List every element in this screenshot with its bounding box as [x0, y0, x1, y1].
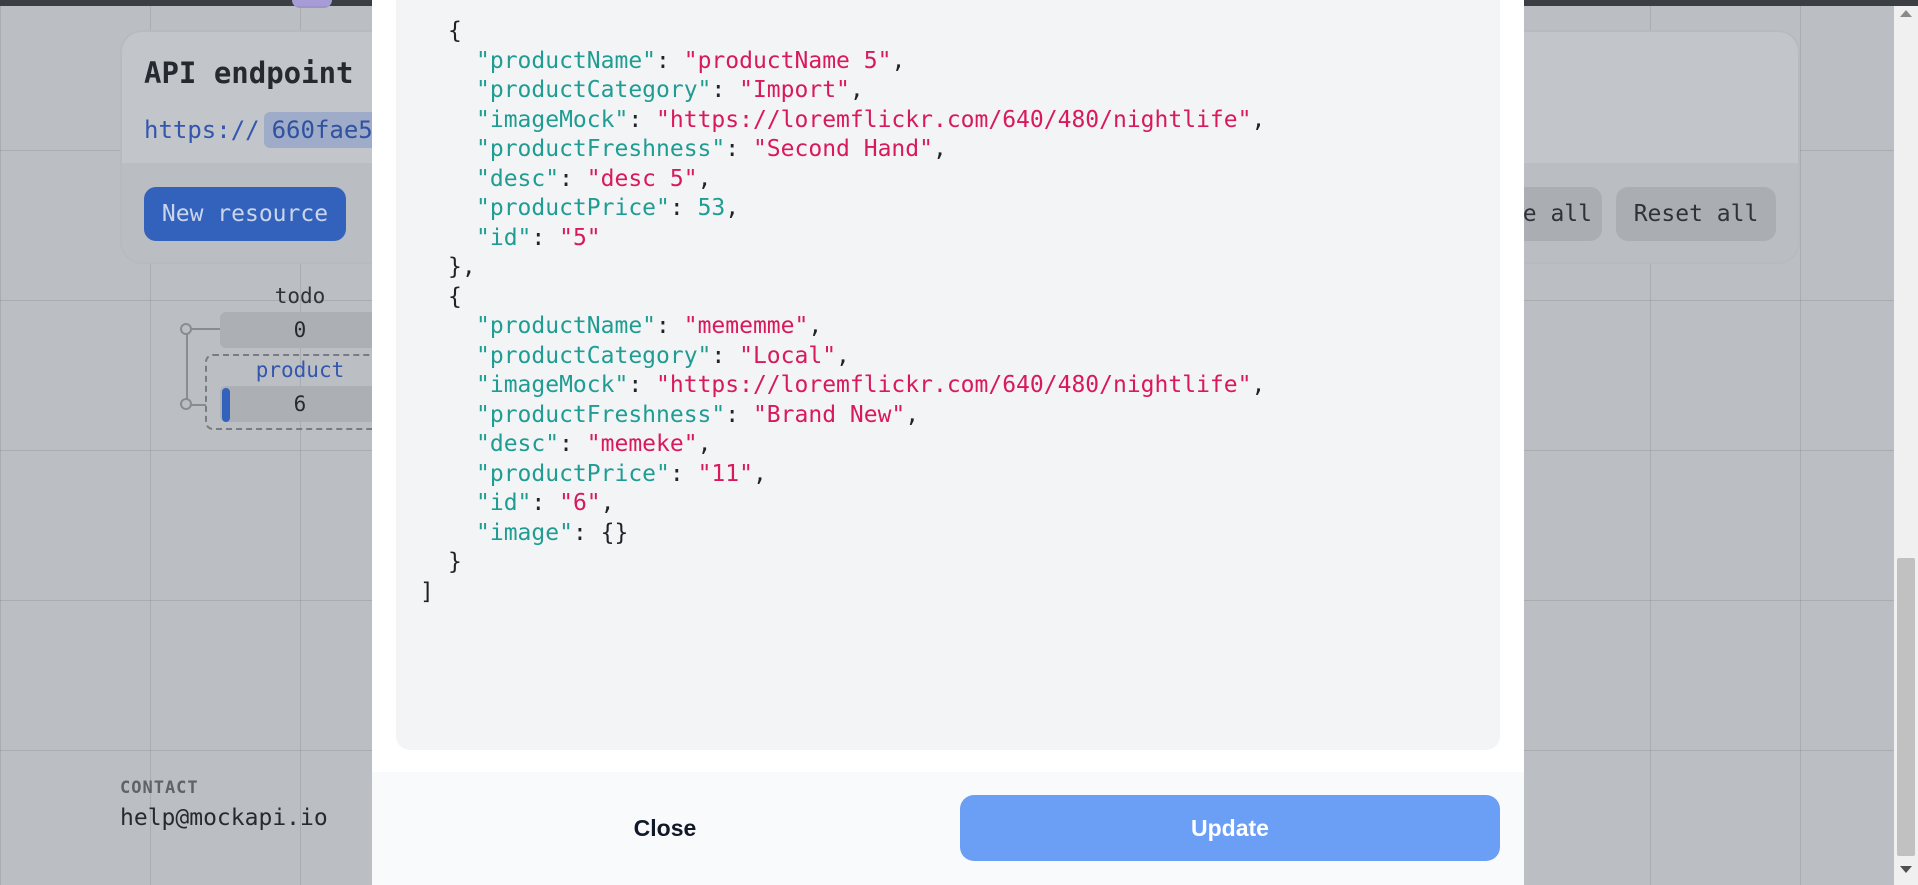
json-punctuation: , — [932, 136, 947, 162]
json-punctuation: , — [1251, 106, 1266, 133]
code-line: "productName": "mememme", — [476, 311, 822, 341]
json-punctuation: , — [697, 165, 712, 192]
json-punctuation: : — [725, 136, 753, 162]
json-punctuation: , — [905, 401, 920, 428]
scroll-down-arrow-icon[interactable] — [1900, 866, 1912, 873]
json-key: "id" — [476, 224, 532, 251]
json-value: "desc 5" — [586, 165, 698, 192]
code-line: "imageMock": "https://loremflickr.com/64… — [476, 105, 1265, 135]
code-line: "desc": "memeke", — [476, 429, 711, 459]
json-punctuation: : — [669, 195, 698, 221]
code-line: "id": "6", — [476, 488, 615, 518]
json-punctuation: , — [808, 313, 823, 339]
json-key: "desc" — [476, 165, 560, 192]
json-value: "https://loremflickr.com/640/480/nightli… — [656, 372, 1252, 398]
json-punctuation: : — [531, 490, 560, 516]
json-value: "productName 5" — [683, 47, 892, 74]
code-line: "id": "5" — [476, 223, 601, 253]
code-line: "productCategory": "Import", — [476, 75, 864, 105]
json-value: "11" — [697, 460, 753, 487]
code-line: "productFreshness": "Second Hand", — [476, 134, 947, 164]
json-value: "mememme" — [683, 313, 809, 339]
update-button[interactable]: Update — [960, 795, 1500, 861]
json-punctuation: , — [600, 490, 615, 516]
json-key: "productFreshness" — [476, 401, 726, 428]
json-punctuation: : — [656, 313, 684, 339]
code-line: "image": {} — [476, 518, 628, 548]
json-value: "https://loremflickr.com/640/480/nightli… — [656, 106, 1252, 133]
json-value: "Import" — [739, 77, 850, 103]
code-line: ] — [420, 577, 434, 607]
json-code-editor[interactable]: {"productName": "productName 5", "product… — [396, 0, 1500, 750]
json-key: "image" — [476, 519, 573, 546]
json-key: "productName" — [476, 313, 657, 339]
code-line: { — [448, 282, 462, 312]
code-line: "productPrice": "11", — [476, 459, 767, 489]
code-line: "productName": "productName 5", — [476, 46, 905, 76]
json-key: "productCategory" — [476, 342, 712, 369]
code-line: "imageMock": "https://loremflickr.com/64… — [476, 370, 1265, 400]
json-value: "5" — [559, 224, 601, 251]
json-punctuation: }, — [448, 254, 476, 280]
json-punctuation: : — [628, 106, 657, 133]
json-punctuation: { — [448, 18, 462, 44]
json-value: "Local" — [739, 342, 837, 369]
code-line: } — [448, 547, 462, 577]
json-key: "desc" — [476, 431, 560, 457]
json-key: "productPrice" — [476, 195, 670, 221]
json-value: 53 — [697, 195, 726, 221]
json-value: "memeke" — [586, 431, 698, 457]
json-key: "productPrice" — [476, 460, 670, 487]
json-punctuation: : — [559, 165, 587, 192]
json-punctuation: , — [1251, 372, 1266, 398]
scrollbar-thumb[interactable] — [1897, 558, 1915, 856]
code-line: { — [448, 16, 462, 46]
json-punctuation: , — [849, 77, 864, 103]
json-punctuation: ] — [420, 578, 434, 605]
json-punctuation: : — [669, 460, 698, 487]
code-line: }, — [448, 252, 476, 282]
json-punctuation: : — [628, 372, 657, 398]
data-editor-modal: {"productName": "productName 5", "product… — [372, 0, 1524, 885]
scroll-up-arrow-icon[interactable] — [1900, 10, 1912, 17]
code-line: "productFreshness": "Brand New", — [476, 400, 919, 430]
code-line: "productPrice": 53, — [476, 193, 739, 223]
json-punctuation: , — [891, 47, 906, 74]
json-punctuation: , — [697, 431, 712, 457]
json-key: "id" — [476, 490, 532, 516]
json-punctuation: : — [559, 431, 587, 457]
json-value: "Second Hand" — [752, 136, 933, 162]
json-key: "productFreshness" — [476, 136, 726, 162]
json-key: "imageMock" — [476, 106, 629, 133]
json-punctuation: { — [448, 283, 462, 310]
json-value: "Brand New" — [752, 401, 906, 428]
json-key: "imageMock" — [476, 372, 629, 398]
json-punctuation: : — [531, 224, 560, 251]
json-punctuation: : {} — [572, 519, 629, 546]
json-punctuation: , — [725, 195, 740, 221]
close-button[interactable]: Close — [396, 795, 934, 861]
json-punctuation: , — [752, 460, 767, 487]
json-key: "productCategory" — [476, 77, 712, 103]
json-punctuation: : — [711, 77, 740, 103]
code-line: "desc": "desc 5", — [476, 164, 711, 194]
json-value: "6" — [559, 490, 601, 516]
json-punctuation: } — [448, 549, 462, 575]
json-punctuation: , — [836, 342, 850, 369]
json-punctuation: : — [711, 342, 740, 369]
code-line: "productCategory": "Local", — [476, 341, 850, 371]
json-punctuation: : — [725, 401, 753, 428]
json-key: "productName" — [476, 47, 657, 74]
json-punctuation: : — [656, 47, 684, 74]
